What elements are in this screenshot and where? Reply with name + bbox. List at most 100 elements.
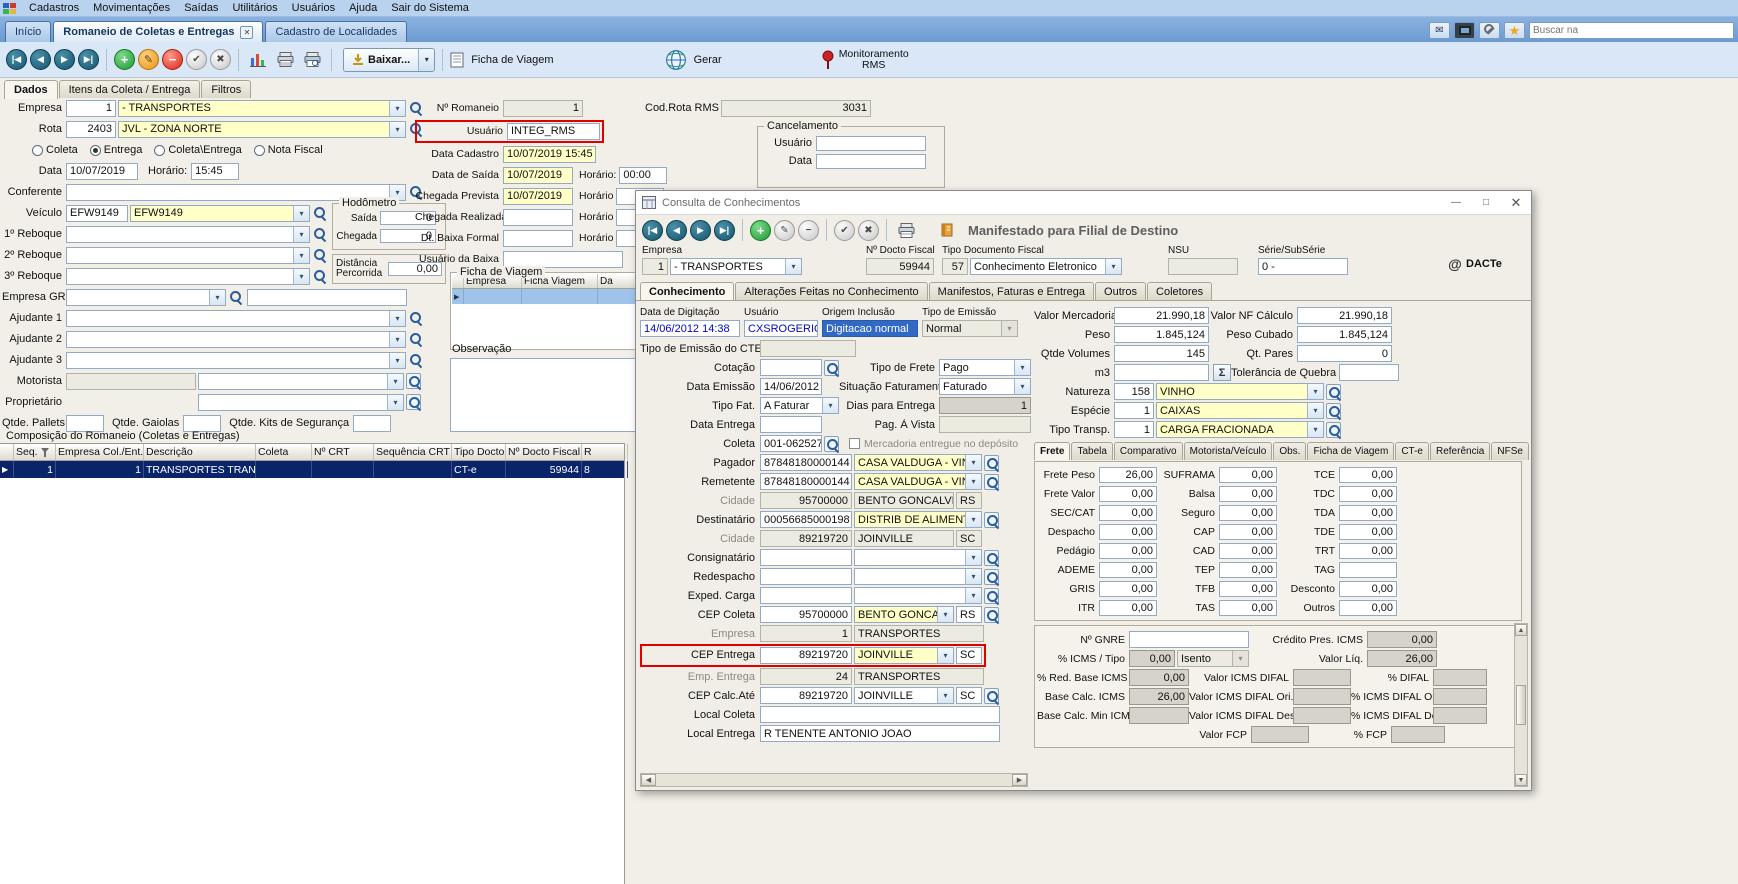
cep-entrega-combo[interactable]: JOINVILLE (854, 647, 954, 664)
dacte-button[interactable]: @ DACTe (1446, 255, 1502, 273)
tolerancia-field[interactable] (1339, 364, 1399, 381)
menu-item[interactable]: Utilitários (225, 1, 284, 15)
column-header[interactable]: Sequência CRT (374, 444, 452, 460)
serie-field[interactable]: 0 - (1258, 258, 1348, 275)
usuario-field[interactable]: INTEG_RMS (507, 123, 600, 140)
print-icon[interactable] (894, 218, 918, 242)
first-record-button[interactable]: |◀ (6, 49, 27, 70)
next-record-button[interactable]: ▶ (54, 49, 75, 70)
dialog-titlebar[interactable]: Consulta de Conhecimentos — □ ✕ (636, 191, 1531, 215)
edit-button[interactable]: ✎ (774, 220, 795, 241)
maximize-button[interactable]: □ (1471, 191, 1501, 214)
frete-value-field[interactable]: 0,00 (1219, 524, 1277, 540)
scrollbar-thumb[interactable] (1516, 685, 1526, 725)
empresa-code-field[interactable]: 1 (66, 100, 116, 117)
horizontal-scrollbar[interactable]: ◀ ▶ (640, 773, 1028, 787)
tab-filtros[interactable]: Filtros (201, 80, 251, 98)
chart-icon[interactable] (246, 48, 270, 72)
lookup-icon[interactable] (406, 394, 421, 410)
menu-item[interactable]: Cadastros (22, 1, 86, 15)
valor-nf-field[interactable]: 21.990,18 (1297, 307, 1392, 324)
lookup-icon[interactable] (312, 247, 327, 263)
qtde-volumes-field[interactable]: 145 (1114, 345, 1209, 362)
frete-value-field[interactable]: 0,00 (1099, 524, 1157, 540)
menu-item[interactable]: Saídas (177, 1, 225, 15)
cancel-button[interactable]: ✖ (210, 49, 231, 70)
pagador-combo[interactable]: CASA VALDUGA - VINHOS FINC (854, 454, 982, 471)
data-field[interactable]: 10/07/2019 (66, 163, 138, 180)
previous-record-button[interactable]: ◀ (30, 49, 51, 70)
dialog-tab[interactable]: Conhecimento (640, 282, 734, 300)
vertical-scrollbar[interactable]: ▲ ▼ (1514, 623, 1528, 787)
menu-item[interactable]: Movimentações (86, 1, 177, 15)
observacao-textarea[interactable] (450, 358, 638, 432)
frete-value-field[interactable]: 0,00 (1339, 486, 1397, 502)
empresa-gris-combo[interactable] (66, 289, 226, 306)
qtde-pallets-field[interactable] (66, 415, 104, 432)
delete-button[interactable]: − (162, 49, 183, 70)
frete-value-field[interactable]: 0,00 (1099, 600, 1157, 616)
cep-calc-code-field[interactable]: 89219720 (760, 687, 852, 704)
lookup-icon[interactable] (824, 360, 839, 376)
frete-value-field[interactable]: 0,00 (1339, 505, 1397, 521)
cep-coleta-code-field[interactable]: 95700000 (760, 606, 852, 623)
column-header[interactable]: Coleta (256, 444, 312, 460)
exped-carga-combo[interactable] (854, 587, 982, 604)
cotacao-field[interactable] (760, 359, 822, 376)
column-header[interactable]: R (582, 444, 628, 460)
frete-value-field[interactable]: 0,00 (1219, 543, 1277, 559)
frete-tab[interactable]: Frete (1034, 442, 1070, 460)
empresa-gris-name-field[interactable] (247, 289, 407, 306)
last-record-button[interactable]: ▶| (714, 220, 735, 241)
especie-code-field[interactable]: 1 (1114, 402, 1154, 419)
lookup-icon[interactable] (984, 588, 999, 604)
reboque2-combo[interactable] (66, 247, 310, 264)
tab-inicio[interactable]: Início (5, 21, 51, 42)
destinatario-code-field[interactable]: 00056685000198 (760, 511, 852, 528)
baixar-dropdown-icon[interactable]: ▾ (418, 49, 434, 71)
print-preview-icon[interactable] (300, 48, 324, 72)
tipo-transp-combo[interactable]: CARGA FRACIONADA (1156, 421, 1324, 438)
ficha-viagem-toolbar-button[interactable]: Ficha de Viagem (450, 52, 553, 68)
frete-tab[interactable]: Comparativo (1114, 442, 1183, 460)
tipo-documento-combo[interactable]: Conhecimento Eletronico (970, 258, 1122, 275)
lookup-icon[interactable] (824, 436, 839, 452)
icms-tipo-combo[interactable]: Isento (1177, 650, 1249, 667)
delete-button[interactable]: − (798, 220, 819, 241)
lookup-icon[interactable] (1326, 403, 1341, 419)
frete-value-field[interactable]: 0,00 (1099, 505, 1157, 521)
frete-value-field[interactable]: 0,00 (1219, 505, 1277, 521)
lookup-icon[interactable] (984, 512, 999, 528)
situacao-faturamento-combo[interactable]: Faturado (939, 378, 1031, 395)
local-entrega-field[interactable]: R TENENTE ANTONIO JOAO (760, 725, 1000, 742)
m3-field[interactable] (1114, 364, 1209, 381)
cancel-button[interactable]: ✖ (858, 220, 879, 241)
usuario-baixa-field[interactable] (503, 251, 623, 268)
lookup-icon[interactable] (984, 688, 999, 704)
valor-mercadoria-field[interactable]: 21.990,18 (1114, 307, 1209, 324)
veiculo-code-field[interactable]: EFW9149 (66, 205, 128, 222)
consignatario-combo[interactable] (854, 549, 982, 566)
frete-tab[interactable]: Motorista/Veículo (1184, 442, 1273, 460)
radio-entrega[interactable] (90, 145, 101, 156)
minimize-button[interactable]: — (1441, 191, 1471, 214)
mercadoria-checkbox[interactable] (849, 438, 860, 449)
qtde-gaiolas-field[interactable] (183, 415, 221, 432)
qtde-kits-field[interactable] (353, 415, 391, 432)
frete-tab[interactable]: NFSe (1491, 442, 1529, 460)
search-input[interactable] (1529, 22, 1734, 39)
motorista-combo[interactable] (198, 373, 404, 390)
tipo-frete-combo[interactable]: Pago (939, 359, 1031, 376)
cep-calc-combo[interactable]: JOINVILLE (854, 687, 954, 704)
previous-record-button[interactable]: ◀ (666, 220, 687, 241)
sigma-button[interactable]: Σ (1213, 364, 1231, 381)
frete-tab[interactable]: Tabela (1071, 442, 1112, 460)
dialog-tab[interactable]: Alterações Feitas no Conhecimento (735, 282, 927, 300)
data-saida-field[interactable]: 10/07/2019 (503, 167, 573, 184)
column-header[interactable]: Da (598, 274, 636, 288)
add-button[interactable]: + (750, 220, 771, 241)
tab-dados[interactable]: Dados (4, 80, 58, 99)
tab-localidades[interactable]: Cadastro de Localidades (265, 21, 407, 42)
column-header[interactable]: Seq. (14, 444, 56, 460)
pagador-code-field[interactable]: 87848180000144 (760, 454, 852, 471)
